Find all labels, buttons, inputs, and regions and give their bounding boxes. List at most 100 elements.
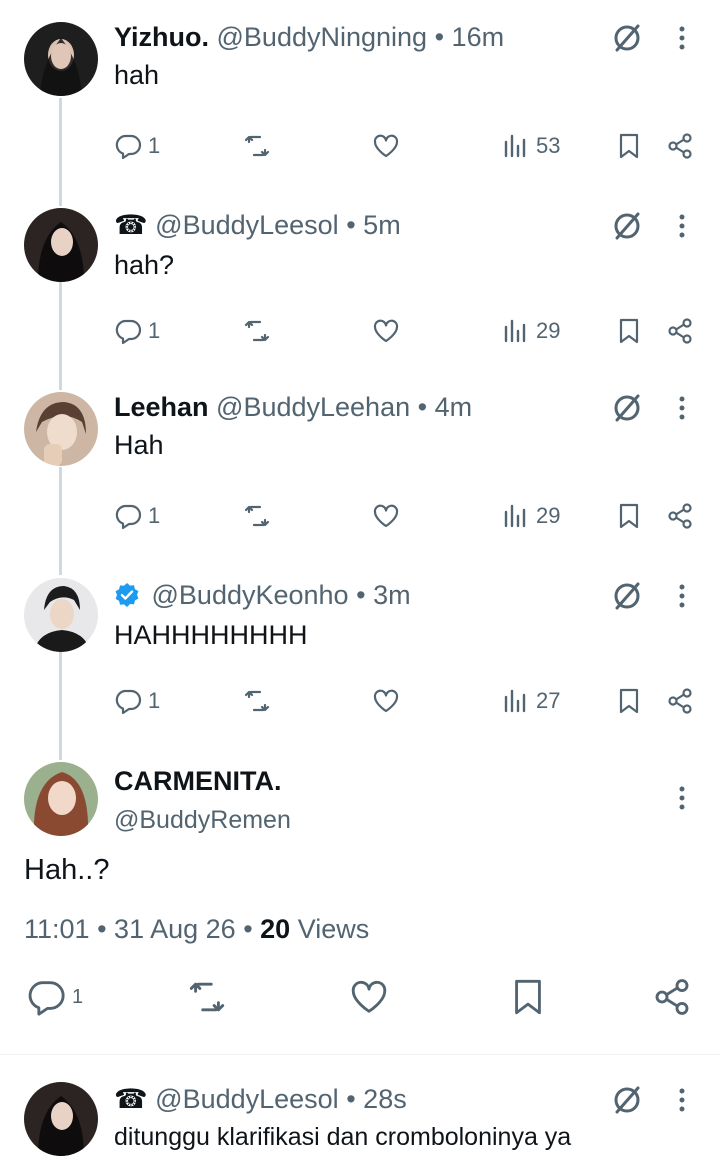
bookmark-icon xyxy=(619,503,639,529)
avatar[interactable] xyxy=(24,762,98,836)
user-handle[interactable]: @BuddyNingning xyxy=(217,22,428,52)
tweet-header: Leehan @BuddyLeehan • 4m xyxy=(114,390,472,424)
tweet-meta: 11:01 • 31 Aug 26 • 20 Views xyxy=(24,912,369,946)
separator-dot: • xyxy=(434,22,445,52)
reply-button[interactable]: 1 xyxy=(114,684,160,718)
share-icon xyxy=(655,979,689,1015)
grok-icon[interactable] xyxy=(611,392,643,424)
views-button[interactable]: 27 xyxy=(502,684,560,718)
reply-button[interactable]: 1 xyxy=(114,129,160,163)
display-name[interactable]: Yizhuo. xyxy=(114,22,209,52)
reply-icon xyxy=(115,134,142,160)
like-icon xyxy=(373,689,399,713)
reply-button[interactable]: 1 xyxy=(114,314,160,348)
timestamp[interactable]: 5m xyxy=(363,210,401,240)
reply-icon xyxy=(115,504,142,530)
retweet-button[interactable] xyxy=(243,314,271,348)
tweet-text: ditunggu klarifikasi dan crombolonin‌ya … xyxy=(114,1123,572,1151)
display-name[interactable]: ☎ xyxy=(114,1084,148,1114)
more-icon[interactable] xyxy=(672,1084,692,1116)
bookmark-button[interactable] xyxy=(615,499,643,533)
more-icon[interactable] xyxy=(672,580,692,612)
separator-dot: • xyxy=(346,1084,356,1114)
avatar[interactable] xyxy=(24,1082,98,1156)
views-icon xyxy=(504,689,526,713)
share-button[interactable] xyxy=(666,499,694,533)
avatar[interactable] xyxy=(24,578,98,652)
retweet-icon xyxy=(244,690,270,712)
reply-count: 1 xyxy=(72,985,84,1008)
grok-icon[interactable] xyxy=(611,580,643,612)
views-icon xyxy=(504,504,526,528)
separator-dot: • xyxy=(243,914,253,944)
tweet-header: @BuddyKeonho • 3m xyxy=(114,578,411,612)
bookmark-button[interactable] xyxy=(615,129,643,163)
like-button[interactable] xyxy=(372,684,400,718)
verified-icon xyxy=(114,582,140,608)
like-icon xyxy=(373,504,399,528)
like-button[interactable] xyxy=(372,499,400,533)
bookmark-button[interactable] xyxy=(615,684,643,718)
reply-icon xyxy=(28,981,65,1016)
reply-button[interactable]: 1 xyxy=(26,980,84,1016)
grok-icon[interactable] xyxy=(611,22,643,54)
reply-button[interactable]: 1 xyxy=(114,499,160,533)
user-handle[interactable]: @BuddyRemen xyxy=(114,804,291,836)
retweet-button[interactable] xyxy=(243,129,271,163)
share-button[interactable] xyxy=(666,129,694,163)
views-button[interactable]: 29 xyxy=(502,314,560,348)
views-button[interactable]: 53 xyxy=(502,129,560,163)
retweet-icon xyxy=(189,982,225,1012)
like-icon xyxy=(373,319,399,343)
timestamp[interactable]: 16m xyxy=(452,22,505,52)
separator-dot: • xyxy=(346,210,356,240)
avatar[interactable] xyxy=(24,208,98,282)
bookmark-button[interactable] xyxy=(615,314,643,348)
tweet-header: ☎ @BuddyLeesol • 5m xyxy=(114,208,401,242)
display-name[interactable]: Leehan xyxy=(114,392,209,422)
views-icon xyxy=(504,319,526,343)
views-icon xyxy=(504,134,526,158)
like-button[interactable] xyxy=(349,980,389,1014)
retweet-button[interactable] xyxy=(243,684,271,718)
more-icon[interactable] xyxy=(672,210,692,242)
share-button[interactable] xyxy=(652,979,692,1015)
user-handle[interactable]: @BuddyLeehan xyxy=(216,392,410,422)
tweet-date[interactable]: 31 Aug 26 xyxy=(114,914,236,944)
tweet-header: Yizhuo. @BuddyNingning • 16m xyxy=(114,20,504,54)
timestamp[interactable]: 4m xyxy=(435,392,473,422)
avatar[interactable] xyxy=(24,392,98,466)
like-button[interactable] xyxy=(372,129,400,163)
grok-icon[interactable] xyxy=(611,1084,643,1116)
retweet-button[interactable] xyxy=(243,499,271,533)
more-icon[interactable] xyxy=(672,392,692,424)
avatar[interactable] xyxy=(24,22,98,96)
tweet-actions: 1 29 xyxy=(0,499,720,533)
user-handle[interactable]: @BuddyLeesol xyxy=(155,1084,339,1114)
views-count: 29 xyxy=(536,503,561,528)
separator-dot: • xyxy=(417,392,428,422)
more-icon[interactable] xyxy=(672,22,692,54)
tweet-actions: 1 xyxy=(0,979,720,1024)
share-icon xyxy=(668,688,692,714)
share-button[interactable] xyxy=(666,314,694,348)
tweet-time[interactable]: 11:01 xyxy=(24,914,90,944)
tweet-text: hah? xyxy=(114,250,175,280)
like-icon xyxy=(373,134,399,158)
timestamp[interactable]: 3m xyxy=(373,580,411,610)
user-handle[interactable]: @BuddyLeesol xyxy=(155,210,339,240)
more-icon[interactable] xyxy=(672,782,692,814)
views-button[interactable]: 29 xyxy=(502,499,560,533)
timestamp[interactable]: 28s xyxy=(363,1084,407,1114)
reply-count: 1 xyxy=(148,318,161,343)
display-name[interactable]: CARMENITA. xyxy=(114,764,281,798)
like-button[interactable] xyxy=(372,314,400,348)
reply-count: 1 xyxy=(148,503,161,528)
tweet-text: hah xyxy=(114,60,160,90)
display-name[interactable]: ☎ xyxy=(114,210,148,240)
share-button[interactable] xyxy=(666,684,694,718)
bookmark-button[interactable] xyxy=(508,979,548,1015)
user-handle[interactable]: @BuddyKeonho xyxy=(152,580,349,610)
grok-icon[interactable] xyxy=(611,210,643,242)
retweet-button[interactable] xyxy=(187,980,227,1014)
